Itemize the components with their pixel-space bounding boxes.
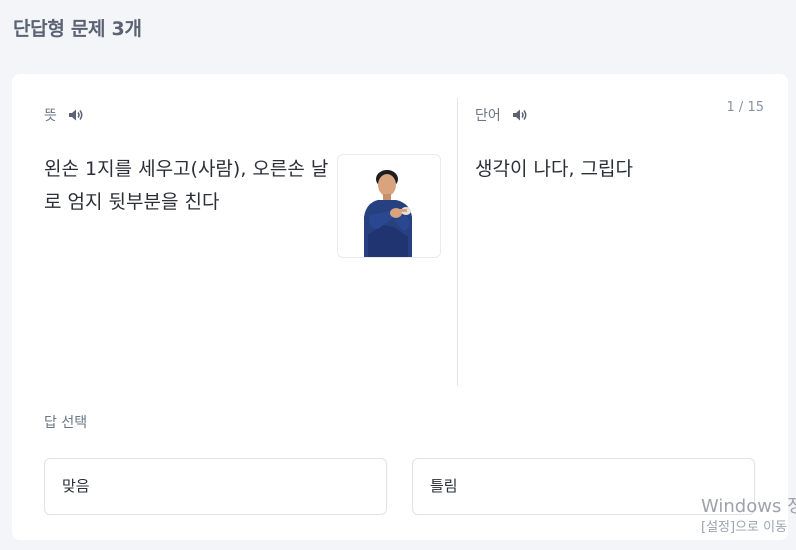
windows-activation-watermark: Windows 정 [설정]으로 이동 (701, 496, 796, 538)
speaker-icon[interactable] (67, 107, 85, 123)
answer-option-correct[interactable]: 맞음 (44, 458, 387, 515)
word-text: 생각이 나다, 그립다 (475, 158, 633, 180)
speaker-icon[interactable] (511, 107, 529, 123)
watermark-subtitle: [설정]으로 이동 (701, 520, 788, 535)
quiz-card: 뜻 왼손 1지를 세우고(사람), 오른손 날로 엄지 뒷부분을 친다 단어 1… (12, 74, 788, 540)
word-label: 단어 (475, 108, 501, 124)
meaning-header: 뜻 (44, 105, 85, 125)
answer-label: 답 선택 (44, 415, 88, 431)
question-counter: 1 / 15 (726, 100, 764, 115)
meaning-text: 왼손 1지를 세우고(사람), 오른손 날로 엄지 뒷부분을 친다 (44, 158, 329, 213)
watermark-title: Windows 정 (701, 496, 796, 517)
page-title: 단답형 문제 3개 (13, 18, 142, 40)
word-header: 단어 (475, 105, 529, 125)
column-divider (457, 98, 458, 386)
meaning-label: 뜻 (44, 108, 57, 124)
sign-language-image (337, 154, 441, 258)
